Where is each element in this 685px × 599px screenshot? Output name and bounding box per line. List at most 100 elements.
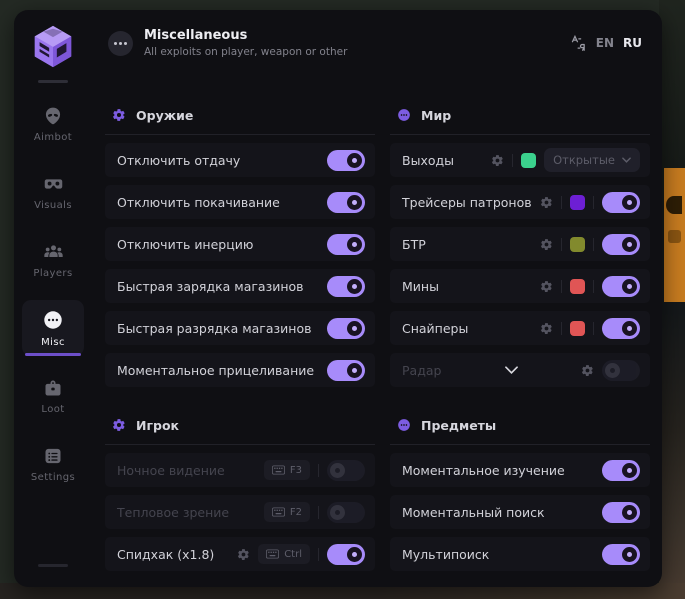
row-instant-search: Моментальный поиск — [390, 495, 650, 529]
lang-en-button[interactable]: EN — [596, 36, 614, 50]
toggle[interactable] — [327, 234, 365, 255]
color-swatch[interactable] — [521, 153, 536, 168]
section-divider — [105, 444, 375, 445]
row-no-recoil: Отключить отдачу — [105, 143, 375, 177]
section-divider — [390, 134, 650, 135]
ellipsis-icon — [42, 309, 64, 331]
color-swatch[interactable] — [570, 195, 585, 210]
sidebar-divider — [38, 80, 68, 83]
gear-icon[interactable] — [491, 154, 504, 167]
hotkey-label: F3 — [290, 465, 302, 476]
gear-icon — [112, 418, 126, 432]
sidebar-item-misc[interactable]: Misc — [22, 300, 84, 356]
chevron-down-icon — [622, 157, 631, 163]
section-divider — [105, 134, 375, 135]
row-radar: Радар — [390, 353, 650, 387]
right-column: Мир Выходы Открытые — [390, 105, 650, 587]
sidebar-item-aimbot[interactable]: Aimbot — [22, 96, 84, 152]
dropdown-value: Открытые — [553, 153, 615, 167]
row-thermal-vision: Тепловое зрение F2 — [105, 495, 375, 529]
section-title: Оружие — [136, 108, 193, 123]
chevron-down-icon — [505, 366, 518, 374]
row-bullet-tracers: Трейсеры патронов — [390, 185, 650, 219]
sidebar-item-players[interactable]: Players — [22, 232, 84, 288]
alien-icon — [43, 106, 63, 126]
row-instant-ads: Моментальное прицеливание — [105, 353, 375, 387]
sidebar-nav: Aimbot Visuals Players — [22, 96, 84, 492]
section-divider — [390, 444, 650, 445]
page-title: Miscellaneous — [144, 28, 347, 43]
hotkey-label: Ctrl — [284, 549, 302, 560]
toggle[interactable] — [327, 276, 365, 297]
left-column: Оружие Отключить отдачу Отключить покачи… — [105, 105, 375, 587]
gear-icon[interactable] — [540, 196, 553, 209]
gear-icon[interactable] — [540, 322, 553, 335]
briefcase-icon — [43, 378, 63, 398]
hotkey-badge[interactable]: F3 — [264, 460, 310, 480]
cheat-menu-window: Aimbot Visuals Players — [14, 10, 662, 587]
gear-icon[interactable] — [237, 548, 250, 561]
keyboard-icon — [266, 549, 279, 559]
toggle[interactable] — [602, 318, 640, 339]
toggle[interactable] — [327, 150, 365, 171]
row-night-vision: Ночное видение F3 — [105, 453, 375, 487]
misc-avatar-icon — [108, 31, 133, 56]
goggles-icon — [43, 174, 64, 194]
color-swatch[interactable] — [570, 237, 585, 252]
row-mines: Мины — [390, 269, 650, 303]
hotkey-badge[interactable]: F2 — [264, 502, 310, 522]
sidebar-bottom-handle — [38, 564, 68, 567]
section-title: Мир — [421, 108, 451, 123]
list-icon — [43, 446, 63, 466]
row-fast-reload: Быстрая зарядка магазинов — [105, 269, 375, 303]
page-header: Miscellaneous All exploits on player, we… — [92, 10, 662, 76]
sidebar-item-label: Misc — [41, 337, 65, 348]
toggle[interactable] — [327, 318, 365, 339]
hotkey-badge[interactable]: Ctrl — [258, 544, 310, 564]
logo-cube-icon — [30, 23, 76, 69]
keyboard-icon — [272, 507, 285, 517]
section-title: Предметы — [421, 418, 496, 433]
section-player: Игрок Ночное видение F3 Теплово — [105, 415, 375, 571]
exits-dropdown[interactable]: Открытые — [544, 148, 640, 172]
translate-icon[interactable] — [570, 35, 587, 52]
toggle[interactable] — [602, 460, 640, 481]
sidebar: Aimbot Visuals Players — [14, 10, 92, 587]
content-area: Оружие Отключить отдачу Отключить покачи… — [92, 76, 662, 587]
row-instant-examine: Моментальное изучение — [390, 453, 650, 487]
toggle[interactable] — [327, 460, 365, 481]
language-switcher: EN RU — [570, 35, 642, 52]
toggle[interactable] — [602, 192, 640, 213]
lang-ru-button[interactable]: RU — [623, 36, 642, 50]
row-btr: БТР — [390, 227, 650, 261]
toggle[interactable] — [602, 502, 640, 523]
sidebar-item-label: Loot — [41, 404, 64, 415]
gear-icon[interactable] — [581, 364, 594, 377]
section-weapon: Оружие Отключить отдачу Отключить покачи… — [105, 105, 375, 387]
hotkey-label: F2 — [290, 507, 302, 518]
toggle[interactable] — [327, 502, 365, 523]
expand-control[interactable] — [505, 366, 518, 374]
toggle[interactable] — [327, 544, 365, 565]
toggle[interactable] — [602, 544, 640, 565]
toggle[interactable] — [327, 192, 365, 213]
section-world: Мир Выходы Открытые — [390, 105, 650, 387]
gear-icon[interactable] — [540, 238, 553, 251]
sidebar-item-label: Players — [33, 268, 72, 279]
players-icon — [43, 242, 64, 262]
toggle[interactable] — [602, 234, 640, 255]
sidebar-item-visuals[interactable]: Visuals — [22, 164, 84, 220]
color-swatch[interactable] — [570, 279, 585, 294]
toggle[interactable] — [327, 360, 365, 381]
row-no-inertia: Отключить инерцию — [105, 227, 375, 261]
toggle[interactable] — [602, 276, 640, 297]
gear-icon[interactable] — [540, 280, 553, 293]
sidebar-item-settings[interactable]: Settings — [22, 436, 84, 492]
dots-circle-icon — [397, 418, 411, 432]
dots-circle-icon — [397, 108, 411, 122]
sidebar-item-loot[interactable]: Loot — [22, 368, 84, 424]
row-multisearch: Мультипоиск — [390, 537, 650, 571]
row-exits: Выходы Открытые — [390, 143, 650, 177]
color-swatch[interactable] — [570, 321, 585, 336]
toggle[interactable] — [602, 360, 640, 381]
